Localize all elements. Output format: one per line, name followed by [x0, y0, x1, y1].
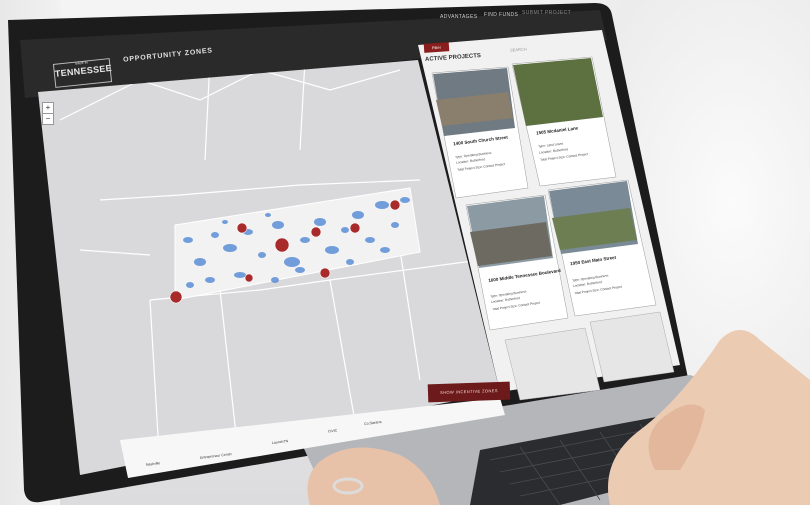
screen — [20, 10, 810, 505]
nav-submit-project[interactable]: SUBMIT PROJECT — [522, 10, 571, 16]
filter-button[interactable]: Filter — [423, 42, 450, 53]
project-marker[interactable] — [274, 237, 290, 253]
nav-advantages[interactable]: ADVANTAGES — [440, 14, 477, 20]
nav-find-funds[interactable]: FIND FUNDS — [484, 12, 518, 18]
laptop — [0, 0, 810, 505]
left-hand — [307, 447, 440, 505]
project-marker[interactable] — [169, 290, 183, 304]
project-marker[interactable] — [244, 273, 254, 283]
show-incentive-zones-button[interactable]: SHOW INCENTIVE ZONES — [427, 381, 511, 403]
project-marker[interactable] — [389, 199, 401, 211]
project-marker[interactable] — [349, 222, 361, 234]
zoom-out-button[interactable]: − — [42, 113, 54, 125]
logo-big-text: TENNESSEE — [54, 62, 113, 79]
project-marker[interactable] — [310, 226, 322, 238]
project-marker[interactable] — [319, 267, 331, 279]
project-marker[interactable] — [236, 222, 248, 234]
